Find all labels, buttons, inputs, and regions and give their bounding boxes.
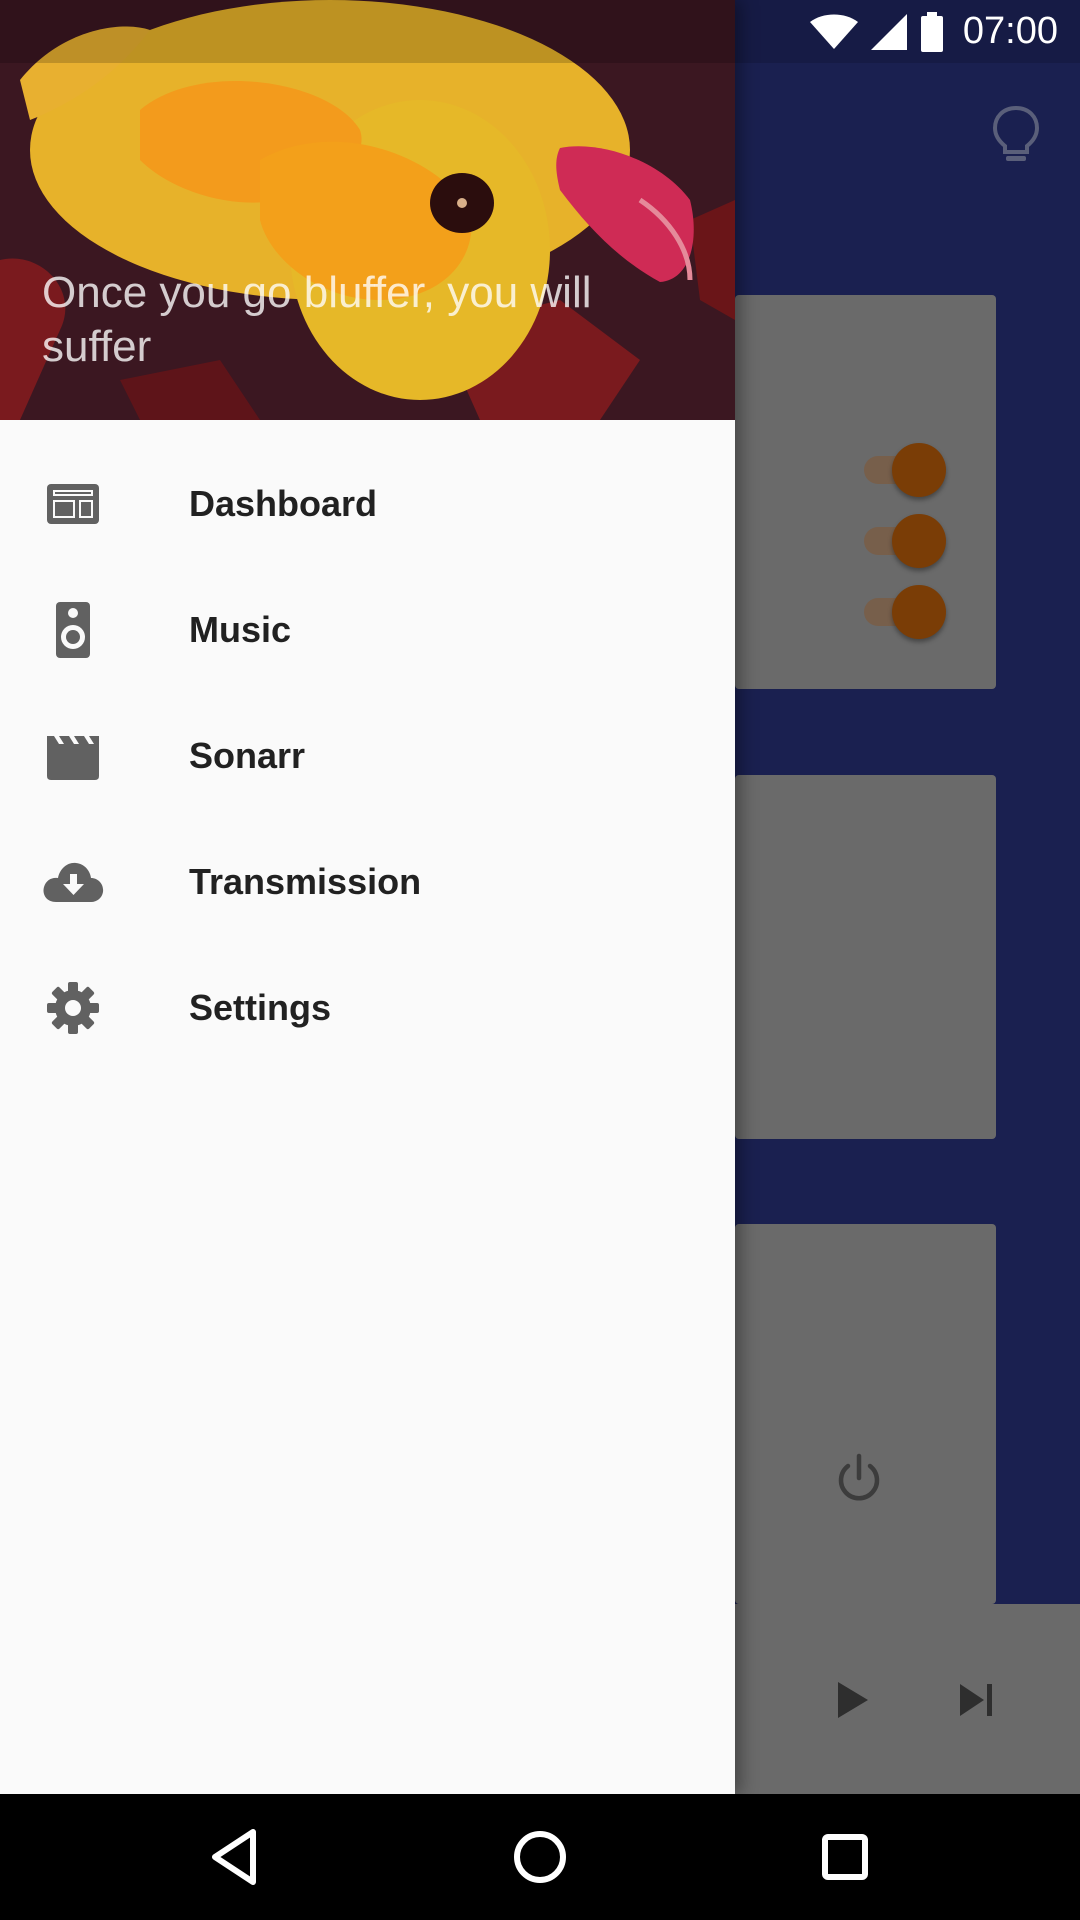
dashboard-icon	[47, 484, 99, 524]
content-card	[735, 775, 996, 1139]
menu-item-sonarr[interactable]: Sonarr	[0, 693, 735, 819]
gear-icon	[47, 982, 99, 1034]
menu-label-settings: Settings	[189, 987, 332, 1028]
menu-item-transmission[interactable]: Transmission	[0, 819, 735, 945]
recents-icon[interactable]	[810, 1824, 880, 1890]
cell-signal-icon	[870, 13, 907, 50]
home-icon[interactable]	[505, 1824, 575, 1890]
power-icon[interactable]	[834, 1452, 884, 1504]
media-player-bar	[735, 1604, 1080, 1794]
cloud-download-icon	[43, 862, 104, 902]
wifi-icon	[809, 14, 858, 49]
navigation-drawer: Once you go bluffer, you will suffer Das…	[0, 0, 735, 1794]
menu-label-transmission: Transmission	[189, 861, 422, 902]
play-icon[interactable]	[836, 1680, 870, 1720]
speaker-icon	[56, 602, 90, 658]
drawer-status-scrim	[0, 0, 735, 63]
menu-item-settings[interactable]: Settings	[0, 945, 735, 1071]
battery-icon	[920, 11, 943, 52]
menu-item-dashboard[interactable]: Dashboard	[0, 441, 735, 567]
status-clock: 07:00	[962, 10, 1058, 52]
menu-label-dashboard: Dashboard	[189, 483, 378, 524]
status-bar: 07:00	[735, 0, 1080, 63]
menu-item-music[interactable]: Music	[0, 567, 735, 693]
toggle-switch-3[interactable]	[862, 582, 946, 642]
skip-next-icon[interactable]	[958, 1682, 994, 1718]
power-card	[735, 1224, 996, 1604]
drawer-header: Once you go bluffer, you will suffer	[0, 0, 735, 420]
toggle-switch-1[interactable]	[862, 440, 946, 500]
menu-label-music: Music	[189, 609, 292, 650]
back-icon[interactable]	[201, 1824, 271, 1890]
lightbulb-icon[interactable]	[990, 104, 1042, 166]
clapperboard-icon	[47, 736, 99, 780]
drawer-tagline: Once you go bluffer, you will suffer	[42, 268, 592, 371]
menu-label-sonarr: Sonarr	[189, 735, 306, 776]
drawer-menu: Dashboard Music Sonarr Transmission Sett…	[0, 441, 735, 1071]
toggle-switch-2[interactable]	[862, 511, 946, 571]
system-nav-bar	[0, 1794, 1080, 1920]
